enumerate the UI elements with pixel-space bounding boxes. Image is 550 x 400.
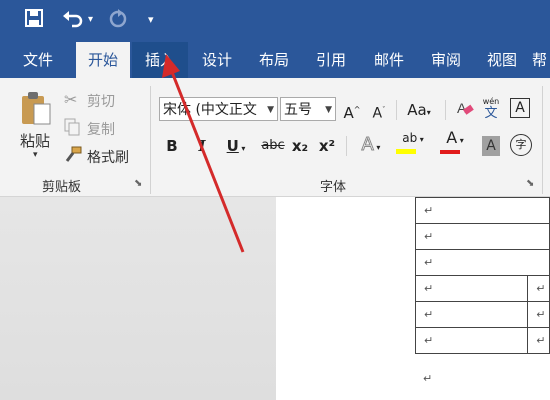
annotation-arrow xyxy=(162,54,245,253)
